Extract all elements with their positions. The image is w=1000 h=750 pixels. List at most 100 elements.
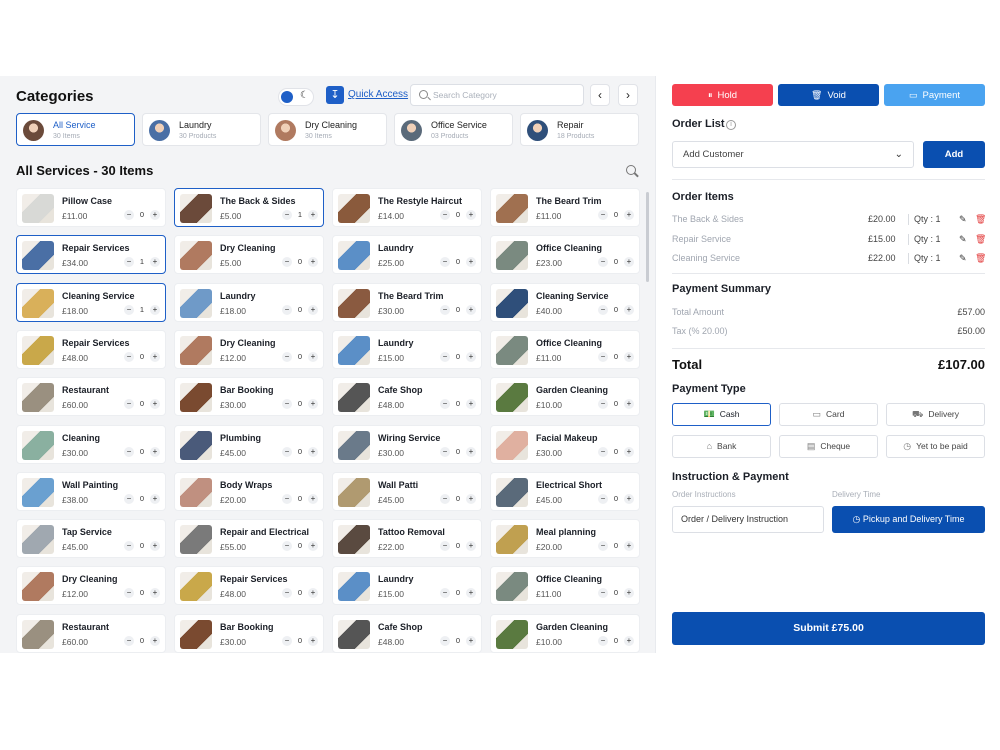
plus-icon[interactable]: + <box>466 257 476 268</box>
plus-icon[interactable]: + <box>624 399 634 410</box>
minus-icon[interactable]: − <box>440 541 450 552</box>
plus-icon[interactable]: + <box>150 541 160 552</box>
service-card[interactable]: Repair and Electrical £55.00 −0 + <box>174 519 324 559</box>
service-card[interactable]: Restaurant £60.00 −0 + <box>16 613 166 653</box>
service-card[interactable]: Wall Painting £38.00 −0 + <box>16 471 166 511</box>
minus-icon[interactable]: − <box>598 541 608 552</box>
service-card[interactable]: Pillow Case £11.00 −0 + <box>16 188 166 227</box>
minus-icon[interactable]: − <box>598 304 608 315</box>
service-card[interactable]: Tattoo Removal £22.00 −0 + <box>332 519 482 559</box>
service-card[interactable]: Dry Cleaning £12.00 −0 + <box>174 329 324 369</box>
edit-icon[interactable]: ✎ <box>959 253 967 264</box>
service-card[interactable]: Restaurant £60.00 −0 + <box>16 377 166 417</box>
quick-access-icon[interactable]: ↧ <box>326 86 344 104</box>
plus-icon[interactable]: + <box>150 493 160 504</box>
plus-icon[interactable]: + <box>150 635 160 646</box>
plus-icon[interactable]: + <box>150 351 160 362</box>
minus-icon[interactable]: − <box>440 351 450 362</box>
void-button[interactable]: 🗑 Void <box>778 84 879 106</box>
plus-icon[interactable]: + <box>308 257 318 268</box>
minus-icon[interactable]: − <box>440 446 450 457</box>
payment-type-option[interactable]: ◷ Yet to be paid <box>886 435 985 458</box>
service-card[interactable]: Wall Patti £45.00 −0 + <box>332 471 482 511</box>
plus-icon[interactable]: + <box>150 588 160 599</box>
service-card[interactable]: Dry Cleaning £5.00 −0 + <box>174 235 324 275</box>
plus-icon[interactable]: + <box>624 635 634 646</box>
add-customer-button[interactable]: Add <box>923 141 985 168</box>
plus-icon[interactable]: + <box>308 493 318 504</box>
minus-icon[interactable]: − <box>440 493 450 504</box>
minus-icon[interactable]: − <box>282 493 292 504</box>
payment-type-option[interactable]: ▤ Cheque <box>779 435 878 458</box>
service-card[interactable]: Laundry £15.00 −0 + <box>332 566 482 606</box>
minus-icon[interactable]: − <box>440 257 450 268</box>
plus-icon[interactable]: + <box>624 446 634 457</box>
minus-icon[interactable]: − <box>124 351 134 362</box>
minus-icon[interactable]: − <box>124 257 134 268</box>
submit-button[interactable]: Submit £75.00 <box>672 612 985 645</box>
delete-icon[interactable]: 🗑 <box>975 214 986 225</box>
plus-icon[interactable]: + <box>150 399 160 410</box>
category-tab[interactable]: Dry Cleaning 30 Items <box>268 113 387 146</box>
edit-icon[interactable]: ✎ <box>959 234 967 245</box>
minus-icon[interactable]: − <box>440 399 450 410</box>
minus-icon[interactable]: − <box>598 493 608 504</box>
customer-select[interactable]: Add Customer ⌄ <box>672 141 914 168</box>
category-tab[interactable]: Laundry 30 Products <box>142 113 261 146</box>
minus-icon[interactable]: − <box>282 304 292 315</box>
service-card[interactable]: Repair Services £48.00 −0 + <box>16 329 166 369</box>
delete-icon[interactable]: 🗑 <box>975 234 986 245</box>
minus-icon[interactable]: − <box>282 541 292 552</box>
payment-type-option[interactable]: ⌂ Bank <box>672 435 771 458</box>
minus-icon[interactable]: − <box>598 399 608 410</box>
chevron-right-icon[interactable]: › <box>618 84 638 106</box>
scrollbar[interactable] <box>646 192 649 282</box>
service-card[interactable]: The Restyle Haircut £14.00 −0 + <box>332 188 482 227</box>
minus-icon[interactable]: − <box>124 304 134 315</box>
quick-access-link[interactable]: Quick Access <box>348 89 408 100</box>
plus-icon[interactable]: + <box>624 257 634 268</box>
edit-icon[interactable]: ✎ <box>959 214 967 225</box>
category-search-input[interactable] <box>433 88 578 102</box>
plus-icon[interactable]: + <box>308 399 318 410</box>
minus-icon[interactable]: − <box>598 446 608 457</box>
service-card[interactable]: Cleaning £30.00 −0 + <box>16 424 166 464</box>
payment-button[interactable]: ▭ Payment <box>884 84 985 106</box>
plus-icon[interactable]: + <box>624 351 634 362</box>
service-card[interactable]: Tap Service £45.00 −0 + <box>16 519 166 559</box>
plus-icon[interactable]: + <box>624 588 634 599</box>
service-card[interactable]: Meal planning £20.00 −0 + <box>490 519 640 559</box>
category-tab[interactable]: All Service 30 Items <box>16 113 135 146</box>
category-search[interactable] <box>410 84 584 106</box>
plus-icon[interactable]: + <box>308 304 318 315</box>
service-card[interactable]: Bar Booking £30.00 −0 + <box>174 377 324 417</box>
category-tab[interactable]: Office Service 03 Products <box>394 113 513 146</box>
service-card[interactable]: The Beard Trim £11.00 −0 + <box>490 188 640 227</box>
minus-icon[interactable]: − <box>598 635 608 646</box>
service-card[interactable]: Repair Services £34.00 −1 + <box>16 235 166 275</box>
service-card[interactable]: Cafe Shop £48.00 −0 + <box>332 613 482 653</box>
hold-button[interactable]: ⏸ Hold <box>672 84 773 106</box>
minus-icon[interactable]: − <box>282 588 292 599</box>
minus-icon[interactable]: − <box>598 210 608 220</box>
plus-icon[interactable]: + <box>308 446 318 457</box>
service-card[interactable]: Bar Booking £30.00 −0 + <box>174 613 324 653</box>
plus-icon[interactable]: + <box>150 210 160 220</box>
payment-type-option[interactable]: ⛟ Delivery <box>886 403 985 426</box>
service-card[interactable]: Cafe Shop £48.00 −0 + <box>332 377 482 417</box>
plus-icon[interactable]: + <box>466 210 476 220</box>
plus-icon[interactable]: + <box>466 493 476 504</box>
plus-icon[interactable]: + <box>466 304 476 315</box>
service-card[interactable]: The Back & Sides £5.00 −1 + <box>174 188 324 227</box>
search-icon[interactable] <box>626 165 636 175</box>
plus-icon[interactable]: + <box>466 399 476 410</box>
minus-icon[interactable]: − <box>598 257 608 268</box>
service-card[interactable]: The Beard Trim £30.00 −0 + <box>332 282 482 322</box>
minus-icon[interactable]: − <box>598 588 608 599</box>
plus-icon[interactable]: + <box>308 588 318 599</box>
plus-icon[interactable]: + <box>150 257 160 268</box>
minus-icon[interactable]: − <box>440 304 450 315</box>
plus-icon[interactable]: + <box>150 304 160 315</box>
instruction-input[interactable]: Order / Delivery Instruction <box>672 506 824 533</box>
minus-icon[interactable]: − <box>282 210 292 220</box>
